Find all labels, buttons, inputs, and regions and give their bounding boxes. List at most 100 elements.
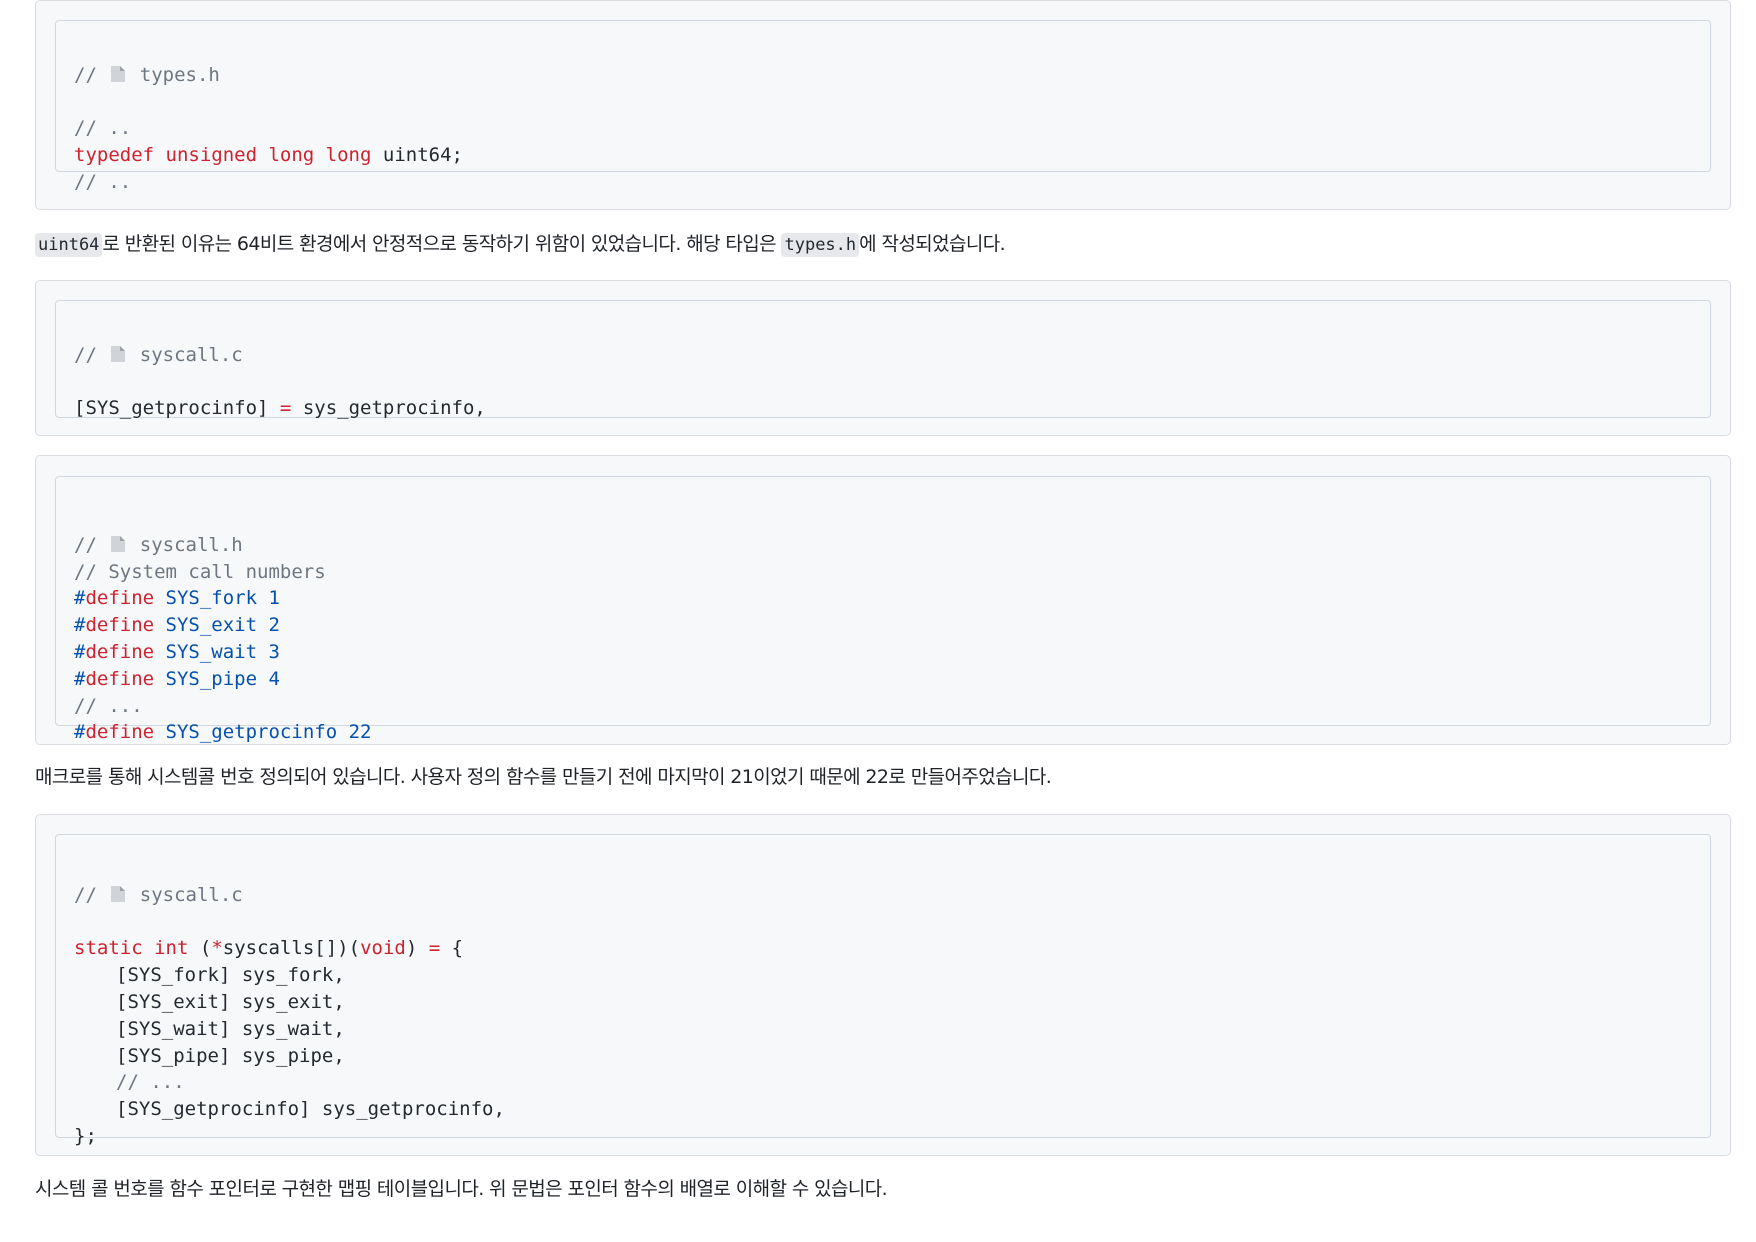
- number-token: 4: [268, 667, 280, 690]
- code-block-syscall-table: // syscall.c static int (*syscalls[])(voi…: [35, 814, 1731, 1156]
- file-icon: [111, 345, 126, 362]
- define-line: #define SYS_pipe 4: [74, 666, 1692, 693]
- define-line: #define SYS_getprocinfo 22: [74, 719, 1692, 746]
- comment-token: //: [74, 883, 109, 906]
- number-token: 2: [268, 614, 280, 637]
- identifier-token: uint64;: [382, 144, 463, 167]
- code-block-syscall-c-entry: // syscall.c [SYS_getprocinfo] = sys_getp…: [35, 280, 1731, 436]
- identifier-token: [SYS_getprocinfo]: [74, 397, 269, 420]
- define-line: #define SYS_fork 1: [74, 585, 1692, 612]
- paragraph-table-explanation: 시스템 콜 번호를 함수 포인터로 구현한 맵핑 테이블입니다. 위 문법은 포…: [35, 1176, 888, 1202]
- comment-token: // ..: [74, 117, 132, 140]
- macro-name: SYS_wait: [165, 640, 258, 663]
- define-line: #define SYS_wait 3: [74, 639, 1692, 666]
- table-entry-line: [SYS_pipe] sys_pipe,: [74, 1043, 1692, 1070]
- keyword-token: int: [154, 937, 189, 960]
- code-line: typedef unsigned long long uint64;: [74, 142, 1692, 169]
- punctuation-token: ): [405, 937, 418, 960]
- file-icon: [111, 535, 126, 552]
- identifier-token: sys_getprocinfo,: [302, 397, 486, 420]
- declaration-line: static int (*syscalls[])(void) = {: [74, 935, 1692, 962]
- file-name: syscall.h: [139, 533, 243, 556]
- operator-token: *: [211, 937, 223, 960]
- inline-code-types-h: types.h: [781, 233, 860, 257]
- punctuation-token: {: [451, 937, 464, 960]
- comment-token: //: [74, 343, 109, 366]
- keyword-token: define: [85, 667, 155, 690]
- comment-token: // ...: [74, 694, 143, 717]
- code-line-file-comment: // types.h: [74, 62, 1692, 89]
- code-line: // ...: [74, 693, 1692, 720]
- table-entry: [SYS_exit] sys_exit,: [116, 990, 345, 1013]
- paragraph-text: 시스템 콜 번호를 함수 포인터로 구현한 맵핑 테이블입니다. 위 문법은 포…: [35, 1178, 888, 1200]
- keyword-token: define: [85, 640, 155, 663]
- comment-token: // ...: [116, 1071, 185, 1094]
- keyword-token: define: [85, 587, 155, 610]
- code-content: // syscall.c static int (*syscalls[])(voi…: [55, 834, 1711, 1147]
- code-content: // syscall.h// System call numbers #defin…: [55, 476, 1711, 743]
- macro-name: SYS_getprocinfo: [165, 721, 338, 744]
- file-name: syscall.c: [139, 883, 243, 906]
- preprocessor-hash: #: [74, 721, 86, 744]
- code-line: [SYS_getprocinfo] = sys_getprocinfo,: [74, 395, 1692, 422]
- table-entry-line: [SYS_exit] sys_exit,: [74, 989, 1692, 1016]
- code-line-file-comment: // syscall.c: [74, 342, 1692, 369]
- keyword-token: define: [85, 614, 155, 637]
- preprocessor-hash: #: [74, 640, 86, 663]
- preprocessor-hash: #: [74, 614, 86, 637]
- keyword-token: void: [360, 937, 406, 960]
- table-entry: [SYS_wait] sys_wait,: [116, 1017, 345, 1040]
- punctuation-token: };: [74, 1124, 97, 1147]
- comment-token: // ..: [74, 170, 132, 193]
- code-line: };: [74, 1123, 1692, 1150]
- file-icon: [111, 65, 126, 82]
- comment-token: //: [74, 63, 109, 86]
- table-entry-line: [SYS_getprocinfo] sys_getprocinfo,: [74, 1096, 1692, 1123]
- code-block-syscall-h: // syscall.h// System call numbers #defin…: [35, 455, 1731, 745]
- paragraph-text: 매크로를 통해 시스템콜 번호 정의되어 있습니다. 사용자 정의 함수를 만들…: [35, 766, 1052, 788]
- comment-token: //: [74, 533, 109, 556]
- macro-name: SYS_fork: [165, 587, 258, 610]
- paragraph-define-explanation: 매크로를 통해 시스템콜 번호 정의되어 있습니다. 사용자 정의 함수를 만들…: [35, 764, 1052, 790]
- operator-token: =: [279, 397, 292, 420]
- file-name: syscall.c: [139, 343, 243, 366]
- preprocessor-hash: #: [74, 587, 86, 610]
- table-entry-line: [SYS_wait] sys_wait,: [74, 1016, 1692, 1043]
- table-entry: [SYS_pipe] sys_pipe,: [116, 1044, 345, 1067]
- code-line: // System call numbers: [74, 559, 1692, 586]
- file-icon: [111, 885, 126, 902]
- code-line: // ..: [74, 115, 1692, 142]
- code-content: // syscall.c [SYS_getprocinfo] = sys_getp…: [55, 300, 1711, 419]
- number-token: 1: [268, 587, 280, 610]
- keyword-token: define: [85, 721, 155, 744]
- code-line-file-comment: // syscall.c: [74, 882, 1692, 909]
- define-line: #define SYS_exit 2: [74, 612, 1692, 639]
- macro-name: SYS_pipe: [165, 667, 258, 690]
- table-entry-line: [SYS_fork] sys_fork,: [74, 962, 1692, 989]
- paragraph-types-explanation: uint64 로 반환된 이유는 64비트 환경에서 안정적으로 동작하기 위함이…: [35, 231, 1006, 258]
- file-name: types.h: [139, 63, 220, 86]
- table-entry: [SYS_fork] sys_fork,: [116, 964, 345, 987]
- code-block-types-h: // types.h// .. typedef unsigned long lon…: [35, 0, 1731, 210]
- inline-code-uint64: uint64: [35, 233, 103, 257]
- code-line-file-comment: // syscall.h: [74, 532, 1692, 559]
- code-content: // types.h// .. typedef unsigned long lon…: [55, 20, 1711, 193]
- paragraph-text: 로 반환된 이유는 64비트 환경에서 안정적으로 동작하기 위함이 있었습니다…: [102, 233, 782, 255]
- comment-token: // System call numbers: [74, 560, 326, 583]
- code-line: // ...: [74, 1069, 1692, 1096]
- paragraph-text: 에 작성되었습니다.: [859, 233, 1006, 255]
- keyword-token: typedef unsigned long long: [74, 144, 372, 167]
- number-token: 22: [348, 721, 372, 744]
- table-entry: [SYS_getprocinfo] sys_getprocinfo,: [116, 1098, 505, 1121]
- number-token: 3: [268, 640, 280, 663]
- macro-name: SYS_exit: [165, 614, 258, 637]
- keyword-token: static: [74, 937, 143, 960]
- operator-token: =: [428, 937, 441, 960]
- punctuation-token: (: [199, 937, 212, 960]
- preprocessor-hash: #: [74, 667, 86, 690]
- identifier-token: syscalls[])(: [222, 937, 361, 960]
- code-line: // ..: [74, 169, 1692, 196]
